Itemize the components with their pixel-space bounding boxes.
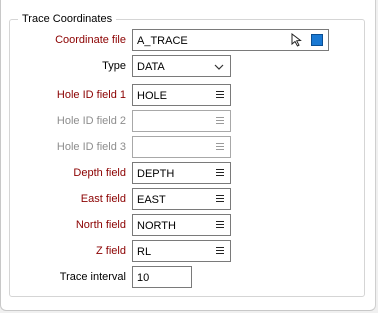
hole-id-1-input[interactable]: HOLE bbox=[132, 84, 231, 106]
blue-square-icon[interactable] bbox=[311, 34, 323, 46]
hole-id-2-row: Hole ID field 2 bbox=[0, 110, 378, 132]
coordinate-file-label: Coordinate file bbox=[55, 34, 126, 46]
hole-id-2-label: Hole ID field 2 bbox=[56, 115, 126, 127]
type-label: Type bbox=[102, 60, 126, 72]
menu-lines-icon[interactable] bbox=[216, 91, 224, 100]
trace-interval-row: Trace interval 10 bbox=[0, 266, 378, 288]
hole-id-1-value: HOLE bbox=[137, 90, 167, 102]
east-field-input[interactable]: EAST bbox=[132, 188, 231, 210]
trace-interval-input[interactable]: 10 bbox=[132, 266, 192, 288]
trace-interval-label: Trace interval bbox=[59, 271, 126, 283]
hole-id-3-row: Hole ID field 3 bbox=[0, 136, 378, 158]
north-field-value: NORTH bbox=[137, 220, 176, 232]
coordinate-file-row: Coordinate file A_TRACE bbox=[0, 29, 378, 51]
hole-id-1-label: Hole ID field 1 bbox=[56, 89, 126, 101]
depth-field-input[interactable]: DEPTH bbox=[132, 162, 231, 184]
menu-lines-icon[interactable] bbox=[216, 247, 224, 256]
east-field-value: EAST bbox=[137, 194, 166, 206]
trace-interval-value: 10 bbox=[137, 272, 150, 284]
depth-field-row: Depth field DEPTH bbox=[0, 162, 378, 184]
hole-id-1-row: Hole ID field 1 HOLE bbox=[0, 84, 378, 106]
group-title: Trace Coordinates bbox=[18, 12, 117, 26]
z-field-value: RL bbox=[137, 246, 152, 258]
depth-field-value: DEPTH bbox=[137, 168, 175, 180]
type-select[interactable]: DATA bbox=[132, 55, 231, 77]
z-field-input[interactable]: RL bbox=[132, 240, 231, 262]
east-field-row: East field EAST bbox=[0, 188, 378, 210]
type-row: Type DATA bbox=[0, 55, 378, 77]
east-field-label: East field bbox=[80, 193, 126, 205]
hole-id-3-input[interactable] bbox=[132, 136, 231, 158]
z-field-row: Z field RL bbox=[0, 240, 378, 262]
menu-lines-icon[interactable] bbox=[216, 117, 224, 126]
north-field-input[interactable]: NORTH bbox=[132, 214, 231, 236]
menu-lines-icon[interactable] bbox=[216, 221, 224, 230]
hole-id-3-label: Hole ID field 3 bbox=[56, 141, 126, 153]
depth-field-label: Depth field bbox=[73, 167, 126, 179]
north-field-row: North field NORTH bbox=[0, 214, 378, 236]
coordinate-file-value: A_TRACE bbox=[137, 35, 188, 47]
coordinate-file-input[interactable]: A_TRACE bbox=[132, 29, 329, 51]
chevron-down-icon bbox=[214, 62, 224, 70]
z-field-label: Z field bbox=[96, 245, 126, 257]
menu-lines-icon[interactable] bbox=[216, 143, 224, 152]
hole-id-2-input[interactable] bbox=[132, 110, 231, 132]
cursor-pick-icon[interactable] bbox=[290, 32, 304, 47]
menu-lines-icon[interactable] bbox=[216, 195, 224, 204]
menu-lines-icon[interactable] bbox=[216, 169, 224, 178]
north-field-label: North field bbox=[75, 219, 126, 231]
type-value: DATA bbox=[137, 61, 165, 73]
